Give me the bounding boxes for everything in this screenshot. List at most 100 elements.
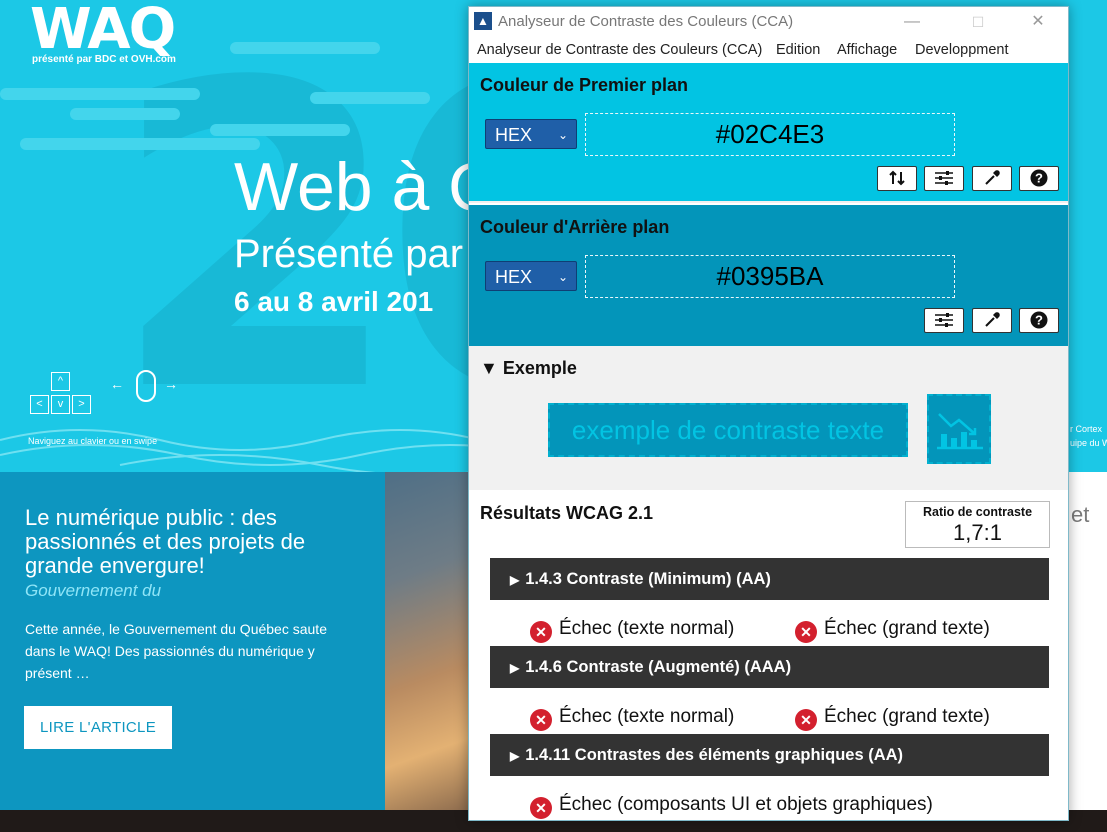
corner-text-line: uipe du W [1070,438,1107,448]
foreground-sliders-button[interactable] [924,166,964,191]
nav-hint: Naviguez au clavier ou en swipe [28,436,158,446]
key-up-icon: ^ [51,372,70,391]
background-eyedropper-button[interactable] [972,308,1012,333]
decor-streak [0,88,200,100]
criterion-label: 1.4.11 Contrastes des éléments graphique… [525,746,904,764]
svg-text:?: ? [1035,313,1043,328]
triangle-right-icon: ▶ [510,573,520,587]
maximize-button[interactable]: ☐ [955,7,1001,37]
example-panel: ▼ Exemple exemple de contraste texte [469,346,1068,490]
criterion-1-4-3-toggle[interactable]: ▶ 1.4.3 Contraste (Minimum) (AA) [490,558,1049,600]
results-panel: Résultats WCAG 2.1 Ratio de contraste 1,… [469,490,1068,820]
fail-icon: ✕ [530,709,552,731]
menu-bar: Analyseur de Contraste des Couleurs (CCA… [469,37,1068,63]
foreground-help-button[interactable]: ? [1019,166,1059,191]
read-article-button[interactable]: LIRE L'ARTICLE [24,706,172,749]
criterion-1-4-11-toggle[interactable]: ▶ 1.4.11 Contrastes des éléments graphiqu… [490,734,1049,776]
help-icon: ? [1030,311,1048,329]
hero-date: 6 au 8 avril 201 [234,286,434,317]
arrow-left-icon: ← [110,376,124,392]
background-sliders-button[interactable] [924,308,964,333]
menu-developpment[interactable]: Developpment [915,42,1009,58]
sliders-icon [935,171,953,186]
fail-icon: ✕ [530,621,552,643]
logo-subtitle: présenté par BDC et OVH.com [32,54,176,65]
example-title: Exemple [502,358,577,378]
decor-streak [310,92,430,104]
result-item: ✕ Échec (texte normal) [530,705,734,731]
result-item: ✕ Échec (composants UI et objets graphiqu… [530,793,933,819]
swap-icon [889,170,905,186]
key-left-icon: < [30,395,49,414]
title-bar[interactable]: ▲ Analyseur de Contraste des Couleurs (C… [469,7,1068,37]
swap-colors-button[interactable] [877,166,917,191]
result-item: ✕ Échec (grand texte) [795,617,990,643]
criterion-label: 1.4.6 Contraste (Augmenté) (AAA) [525,658,792,676]
background-format-select[interactable]: HEX ⌄ [485,261,577,291]
hero-title: Web à Q [234,149,502,225]
chart-icon [937,413,983,450]
menu-app[interactable]: Analyseur de Contraste des Couleurs (CCA… [477,42,762,58]
criterion-1-4-6-toggle[interactable]: ▶ 1.4.6 Contraste (Augmenté) (AAA) [490,646,1049,688]
cca-app-icon: ▲ [474,12,492,30]
close-button[interactable]: ✕ [1015,7,1061,37]
format-value: HEX [495,125,533,145]
result-text: Échec (grand texte) [824,706,990,727]
decor-streak [210,124,350,136]
background-title: Couleur d'Arrière plan [480,217,670,237]
example-icon-sample [927,394,991,464]
article-title[interactable]: Le numérique public : des passionnés et … [25,506,365,578]
arrow-right-icon: → [164,376,178,392]
fail-icon: ✕ [530,797,552,819]
svg-text:?: ? [1035,171,1043,186]
menu-edition[interactable]: Edition [776,42,820,58]
keyboard-hint: ^ < v > [28,372,94,416]
minimize-button[interactable]: — [889,7,935,37]
fail-icon: ✕ [795,709,817,731]
triangle-right-icon: ▶ [510,749,520,763]
foreground-eyedropper-button[interactable] [972,166,1012,191]
fail-icon: ✕ [795,621,817,643]
help-icon: ? [1030,169,1048,187]
next-card-text: et [1071,502,1090,527]
waq-logo[interactable]: WAQ [30,2,176,58]
eyedropper-icon [985,170,1000,185]
decor-streak [20,138,260,150]
decor-streak [70,108,180,120]
result-item: ✕ Échec (texte normal) [530,617,734,643]
result-text: Échec (texte normal) [559,706,735,727]
foreground-panel: Couleur de Premier plan HEX ⌄ #02C4E3 ? [469,63,1068,203]
result-text: Échec (texte normal) [559,618,735,639]
result-text: Échec (composants UI et objets graphique… [559,794,933,815]
foreground-format-select[interactable]: HEX ⌄ [485,119,577,149]
format-value: HEX [495,267,533,287]
corner-text-line: r Cortex [1070,424,1103,434]
background-panel: Couleur d'Arrière plan HEX ⌄ #0395BA ? [469,205,1068,346]
ratio-label: Ratio de contraste [922,505,1033,519]
article-excerpt: Cette année, le Gouvernement du Québec s… [25,621,327,681]
background-hex-input[interactable]: #0395BA [585,255,955,298]
key-right-icon: > [72,395,91,414]
eyedropper-icon [985,312,1000,327]
chevron-down-icon: ⌄ [557,270,568,284]
hero-subtitle: Présenté par [234,232,464,276]
example-text-sample: exemple de contraste texte [548,403,908,457]
corner-text: r Cortex uipe du W [1070,422,1107,450]
example-toggle[interactable]: ▼ Exemple [480,358,577,379]
result-text: Échec (grand texte) [824,618,990,639]
triangle-down-icon: ▼ [480,358,498,378]
swipe-hint: ← → [110,370,182,416]
chevron-down-icon: ⌄ [557,128,568,142]
background-help-button[interactable]: ? [1019,308,1059,333]
article-photo [385,472,475,810]
menu-affichage[interactable]: Affichage [837,42,897,58]
triangle-right-icon: ▶ [510,661,520,675]
article-department: Gouvernement du [25,581,162,600]
foreground-hex-input[interactable]: #02C4E3 [585,113,955,156]
window-title: Analyseur de Contraste des Couleurs (CCA… [498,13,794,30]
article-card: Le numérique public : des passionnés et … [0,472,385,810]
results-title: Résultats WCAG 2.1 [480,503,654,523]
decor-streak [230,42,380,54]
key-down-icon: v [51,395,70,414]
criterion-label: 1.4.3 Contraste (Minimum) (AA) [525,570,771,588]
